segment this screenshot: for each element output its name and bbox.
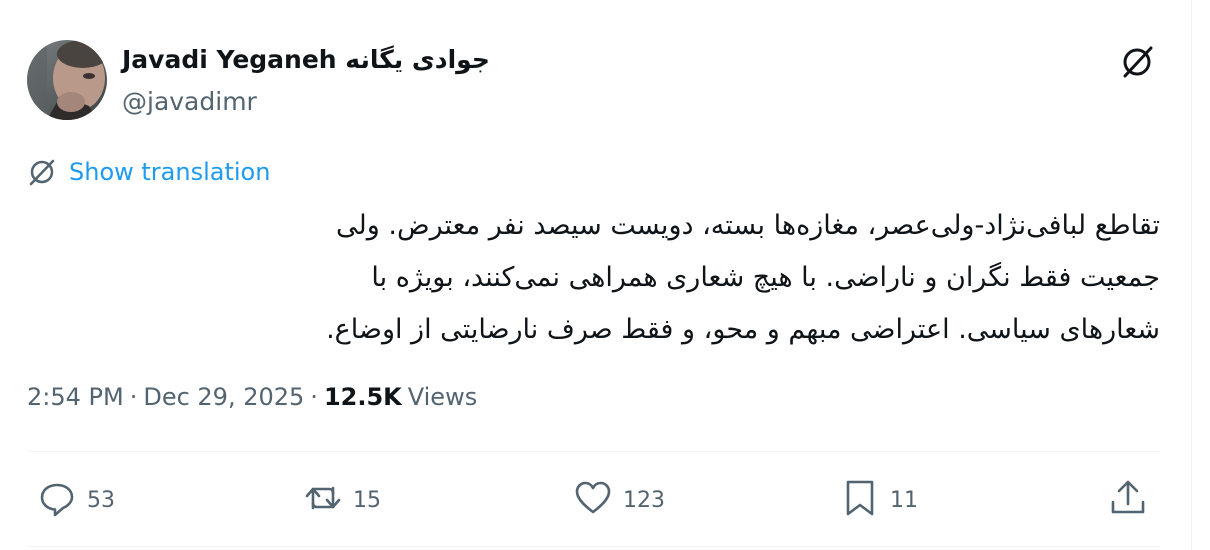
views-label: Views: [407, 383, 478, 411]
show-translation-label: Show translation: [69, 158, 271, 186]
retweet-count: 15: [353, 487, 381, 513]
meta-separator: ·: [129, 383, 138, 411]
bookmark-icon: [840, 478, 880, 522]
avatar[interactable]: [27, 40, 107, 120]
meta-separator: ·: [310, 383, 318, 411]
share-button[interactable]: [1108, 478, 1148, 522]
views-count: 12.5K: [323, 383, 402, 411]
tweet-text-line: شعارهای سیاسی. اعتراضی مبهم و محو، و فقط…: [326, 314, 1160, 345]
tweet-meta: 2:54 PM · Dec 29, 2025 · 12.5K Views: [27, 376, 477, 418]
reply-icon: [37, 478, 77, 522]
grok-icon[interactable]: [1119, 44, 1155, 80]
tweet-time[interactable]: 2:54 PM: [27, 383, 124, 411]
tweet-text-line: تقاطع لبافی‌نژاد-ولی‌عصر، مغازه‌ها بسته،…: [336, 210, 1160, 241]
tweet-text: تقاطع لبافی‌نژاد-ولی‌عصر، مغازه‌ها بسته،…: [100, 200, 1160, 356]
retweet-button[interactable]: 15: [303, 478, 381, 522]
avatar-photo: [27, 40, 107, 120]
like-button[interactable]: 123: [573, 478, 665, 522]
bookmark-count: 11: [890, 487, 918, 513]
timeline-border: [1191, 0, 1192, 550]
heart-icon: [573, 478, 613, 522]
divider: [27, 546, 1160, 547]
reply-count: 53: [87, 487, 115, 513]
tweet-date[interactable]: Dec 29, 2025: [143, 383, 304, 411]
bookmark-button[interactable]: 11: [840, 478, 918, 522]
display-name[interactable]: Javadi Yeganeh جوادی یگانه: [122, 42, 490, 78]
translate-icon: [27, 157, 57, 187]
like-count: 123: [623, 487, 665, 513]
reply-button[interactable]: 53: [37, 478, 115, 522]
show-translation-link[interactable]: Show translation: [27, 153, 270, 191]
tweet-text-line: جمعیت فقط نگران و ناراضی. با هیچ شعاری ه…: [371, 262, 1160, 293]
handle[interactable]: @javadimr: [122, 84, 257, 120]
share-icon: [1108, 478, 1148, 522]
tweet-card: Javadi Yeganeh جوادی یگانه @javadimr Sho…: [0, 0, 1191, 550]
retweet-icon: [303, 478, 343, 522]
divider: [27, 451, 1160, 452]
